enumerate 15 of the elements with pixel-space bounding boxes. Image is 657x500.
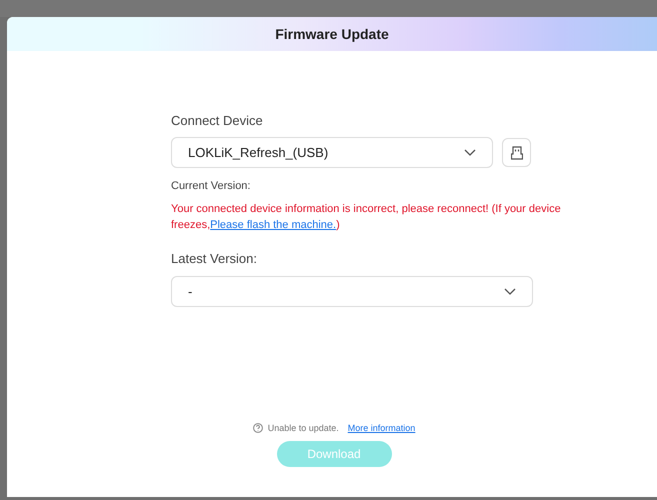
field-label: Current Version:: [171, 179, 252, 194]
field-label: Connect Device: [171, 112, 264, 129]
chevron-down-icon: [464, 149, 476, 156]
error-message: Your connected device information is incorrect, please reconnect! (If your device freezes,Please flash the machine.): [171, 202, 562, 232]
field-label: Latest Version:: [171, 250, 258, 268]
window-title: Firmware Update: [275, 24, 389, 44]
status-note: Unable to update.: [268, 422, 339, 435]
device-dropdown[interactable]: LOKLiK_Refresh_(USB): [171, 137, 493, 168]
device-button[interactable]: [502, 138, 531, 167]
more-information-link[interactable]: More information: [348, 422, 416, 435]
help-icon: [252, 423, 263, 434]
usb-plug-icon: [510, 146, 522, 160]
flash-machine-link[interactable]: Please flash the machine.: [210, 218, 336, 230]
chevron-down-icon: [504, 288, 516, 295]
version-dropdown[interactable]: -: [171, 276, 533, 307]
